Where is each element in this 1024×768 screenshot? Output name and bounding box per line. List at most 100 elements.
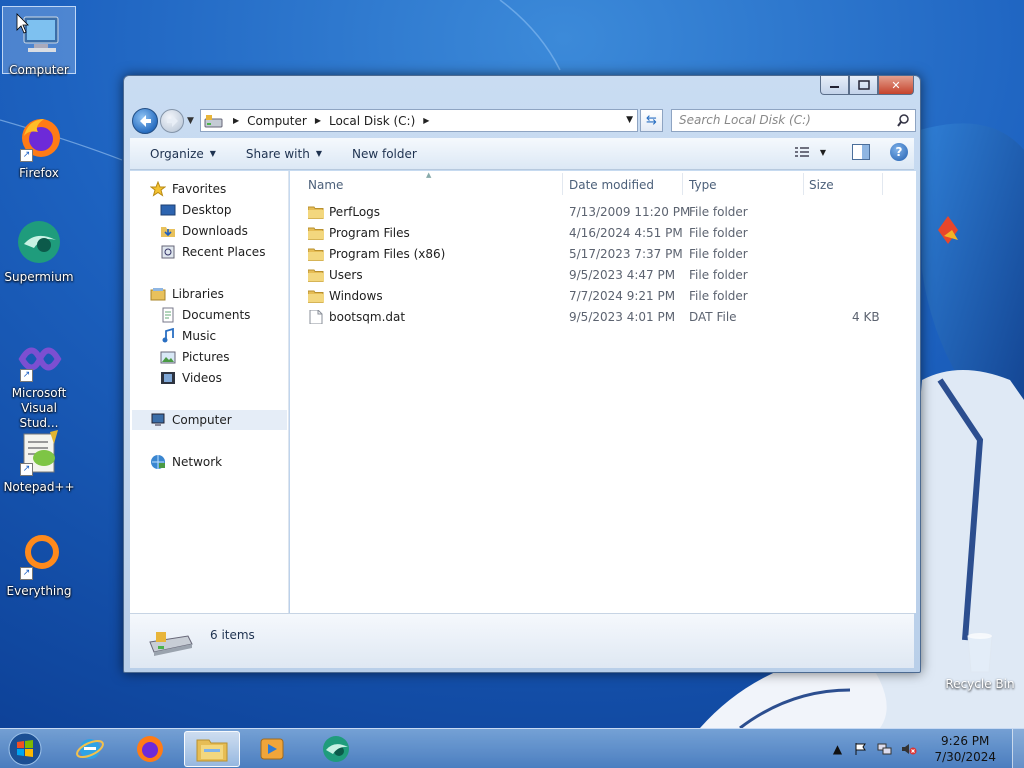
- breadcrumb-computer[interactable]: Computer: [247, 114, 307, 128]
- column-divider[interactable]: [882, 173, 883, 195]
- breadcrumb-separator-icon[interactable]: ▶: [423, 116, 429, 125]
- close-button[interactable]: ✕: [878, 76, 914, 95]
- nav-computer[interactable]: Computer: [132, 410, 287, 430]
- chevron-up-icon: ▲: [832, 742, 843, 756]
- file-explorer-icon: [196, 739, 228, 762]
- column-divider[interactable]: [682, 173, 683, 195]
- command-bar: Organize ▼ Share with ▼ New folder ▼ ?: [130, 138, 914, 170]
- taskbar-internet-explorer[interactable]: [62, 731, 118, 767]
- refresh-button[interactable]: ⇆: [640, 109, 663, 132]
- nav-libraries[interactable]: Libraries: [150, 284, 224, 304]
- search-placeholder: Search Local Disk (C:): [679, 113, 811, 127]
- file-row[interactable]: PerfLogs 7/13/2009 11:20 PM File folder: [290, 202, 916, 223]
- nav-label: Recent Places: [182, 245, 266, 259]
- help-button[interactable]: ?: [890, 143, 908, 161]
- column-divider[interactable]: [803, 173, 804, 195]
- preview-pane-icon: [862, 145, 869, 159]
- taskbar-firefox[interactable]: [122, 731, 178, 767]
- new-folder-button[interactable]: New folder: [340, 147, 429, 161]
- folder-icon: [308, 206, 324, 219]
- nav-label: Pictures: [182, 350, 230, 364]
- file-row[interactable]: Users 9/5/2023 4:47 PM File folder: [290, 265, 916, 286]
- back-button[interactable]: [132, 108, 158, 134]
- supermium-icon: [14, 218, 64, 268]
- nav-music[interactable]: Music: [160, 326, 216, 346]
- nav-favorites[interactable]: Favorites: [150, 179, 226, 199]
- desktop-icon-label: Supermium: [4, 270, 74, 284]
- computer-icon: [14, 11, 64, 61]
- taskbar-file-explorer[interactable]: [184, 731, 240, 767]
- desktop-icon-computer[interactable]: Computer: [2, 6, 76, 77]
- file-row[interactable]: bootsqm.dat 9/5/2023 4:01 PM DAT File 4 …: [290, 307, 916, 328]
- show-desktop-button[interactable]: [1012, 729, 1024, 768]
- desktop-icon-notepadpp[interactable]: ↗ Notepad++: [2, 424, 76, 495]
- nav-network[interactable]: Network: [150, 452, 222, 472]
- show-hidden-icons-button[interactable]: ▲: [828, 740, 846, 758]
- change-view-button[interactable]: ▼: [794, 146, 826, 158]
- desktop-icon-firefox[interactable]: ↗ Firefox: [2, 110, 76, 181]
- nav-label: Computer: [172, 413, 232, 427]
- file-name: Program Files: [329, 226, 410, 240]
- nav-desktop[interactable]: Desktop: [160, 200, 232, 220]
- file-date: 7/7/2024 9:21 PM: [569, 289, 676, 303]
- breadcrumb-local-disk[interactable]: Local Disk (C:): [329, 114, 415, 128]
- nav-label: Downloads: [182, 224, 248, 238]
- share-with-menu[interactable]: Share with ▼: [234, 147, 334, 161]
- breadcrumb-separator-icon[interactable]: ▶: [233, 116, 239, 125]
- organize-menu[interactable]: Organize ▼: [138, 147, 228, 161]
- column-header-size[interactable]: Size: [809, 178, 834, 192]
- preview-pane-button[interactable]: [852, 144, 870, 160]
- address-dropdown-icon[interactable]: ▼: [626, 115, 633, 125]
- forward-button[interactable]: [160, 109, 184, 133]
- file-row[interactable]: Windows 7/7/2024 9:21 PM File folder: [290, 286, 916, 307]
- file-icon: [309, 310, 323, 324]
- nav-recent-places[interactable]: Recent Places: [160, 242, 265, 262]
- column-header-name[interactable]: Name: [308, 178, 343, 192]
- clock-time: 9:26 PM: [941, 734, 990, 748]
- file-type: File folder: [689, 289, 748, 303]
- close-icon: ✕: [891, 78, 901, 92]
- nav-label: Videos: [182, 371, 222, 385]
- taskbar-supermium[interactable]: [308, 731, 364, 767]
- drive-icon: [204, 114, 223, 127]
- network-tray-icon[interactable]: [876, 740, 894, 758]
- system-tray: ▲ 9:26 PM 7/30/2024: [828, 729, 1024, 768]
- address-bar[interactable]: ▶ Computer ▶ Local Disk (C:) ▶ ▼: [200, 109, 638, 132]
- nav-label: Libraries: [172, 287, 224, 301]
- column-header-date[interactable]: Date modified: [569, 178, 654, 192]
- nav-documents[interactable]: Documents: [160, 305, 250, 325]
- file-row[interactable]: Program Files 4/16/2024 4:51 PM File fol…: [290, 223, 916, 244]
- desktop-icon-recycle-bin[interactable]: Recycle Bin: [940, 630, 1020, 691]
- column-header-type[interactable]: Type: [689, 178, 717, 192]
- recent-pages-dropdown[interactable]: ▼: [187, 116, 194, 126]
- search-icon: [897, 114, 909, 127]
- nav-pictures[interactable]: Pictures: [160, 347, 230, 367]
- taskbar-media-player[interactable]: [244, 731, 300, 767]
- nav-label: Documents: [182, 308, 251, 322]
- desktop-icon-everything[interactable]: ↗ Everything: [2, 528, 76, 599]
- recycle-bin-icon: [967, 633, 993, 673]
- action-center-icon[interactable]: [852, 740, 870, 758]
- file-row[interactable]: Program Files (x86) 5/17/2023 7:37 PM Fi…: [290, 244, 916, 265]
- volume-tray-icon[interactable]: [900, 740, 918, 758]
- column-divider[interactable]: [562, 173, 563, 195]
- libraries-icon: [150, 288, 166, 301]
- file-name: Program Files (x86): [329, 247, 446, 261]
- maximize-button[interactable]: [849, 76, 878, 95]
- refresh-icon: ⇆: [646, 113, 657, 128]
- start-button[interactable]: [6, 731, 44, 767]
- clock[interactable]: 9:26 PM 7/30/2024: [934, 733, 996, 765]
- search-input[interactable]: Search Local Disk (C:): [671, 109, 916, 132]
- minimize-button[interactable]: [820, 76, 849, 95]
- file-date: 9/5/2023 4:47 PM: [569, 268, 676, 282]
- desktop-icon-supermium[interactable]: Supermium: [2, 214, 76, 285]
- folder-icon: [308, 290, 324, 303]
- file-type: File folder: [689, 226, 748, 240]
- nav-downloads[interactable]: Downloads: [160, 221, 248, 241]
- internet-explorer-icon: [76, 739, 104, 759]
- desktop-icon-visual-studio[interactable]: ↗ Microsoft Visual Stud...: [2, 330, 76, 431]
- breadcrumb-separator-icon[interactable]: ▶: [315, 116, 321, 125]
- file-type: DAT File: [689, 310, 737, 324]
- chevron-down-icon: ▼: [315, 149, 322, 158]
- nav-videos[interactable]: Videos: [160, 368, 222, 388]
